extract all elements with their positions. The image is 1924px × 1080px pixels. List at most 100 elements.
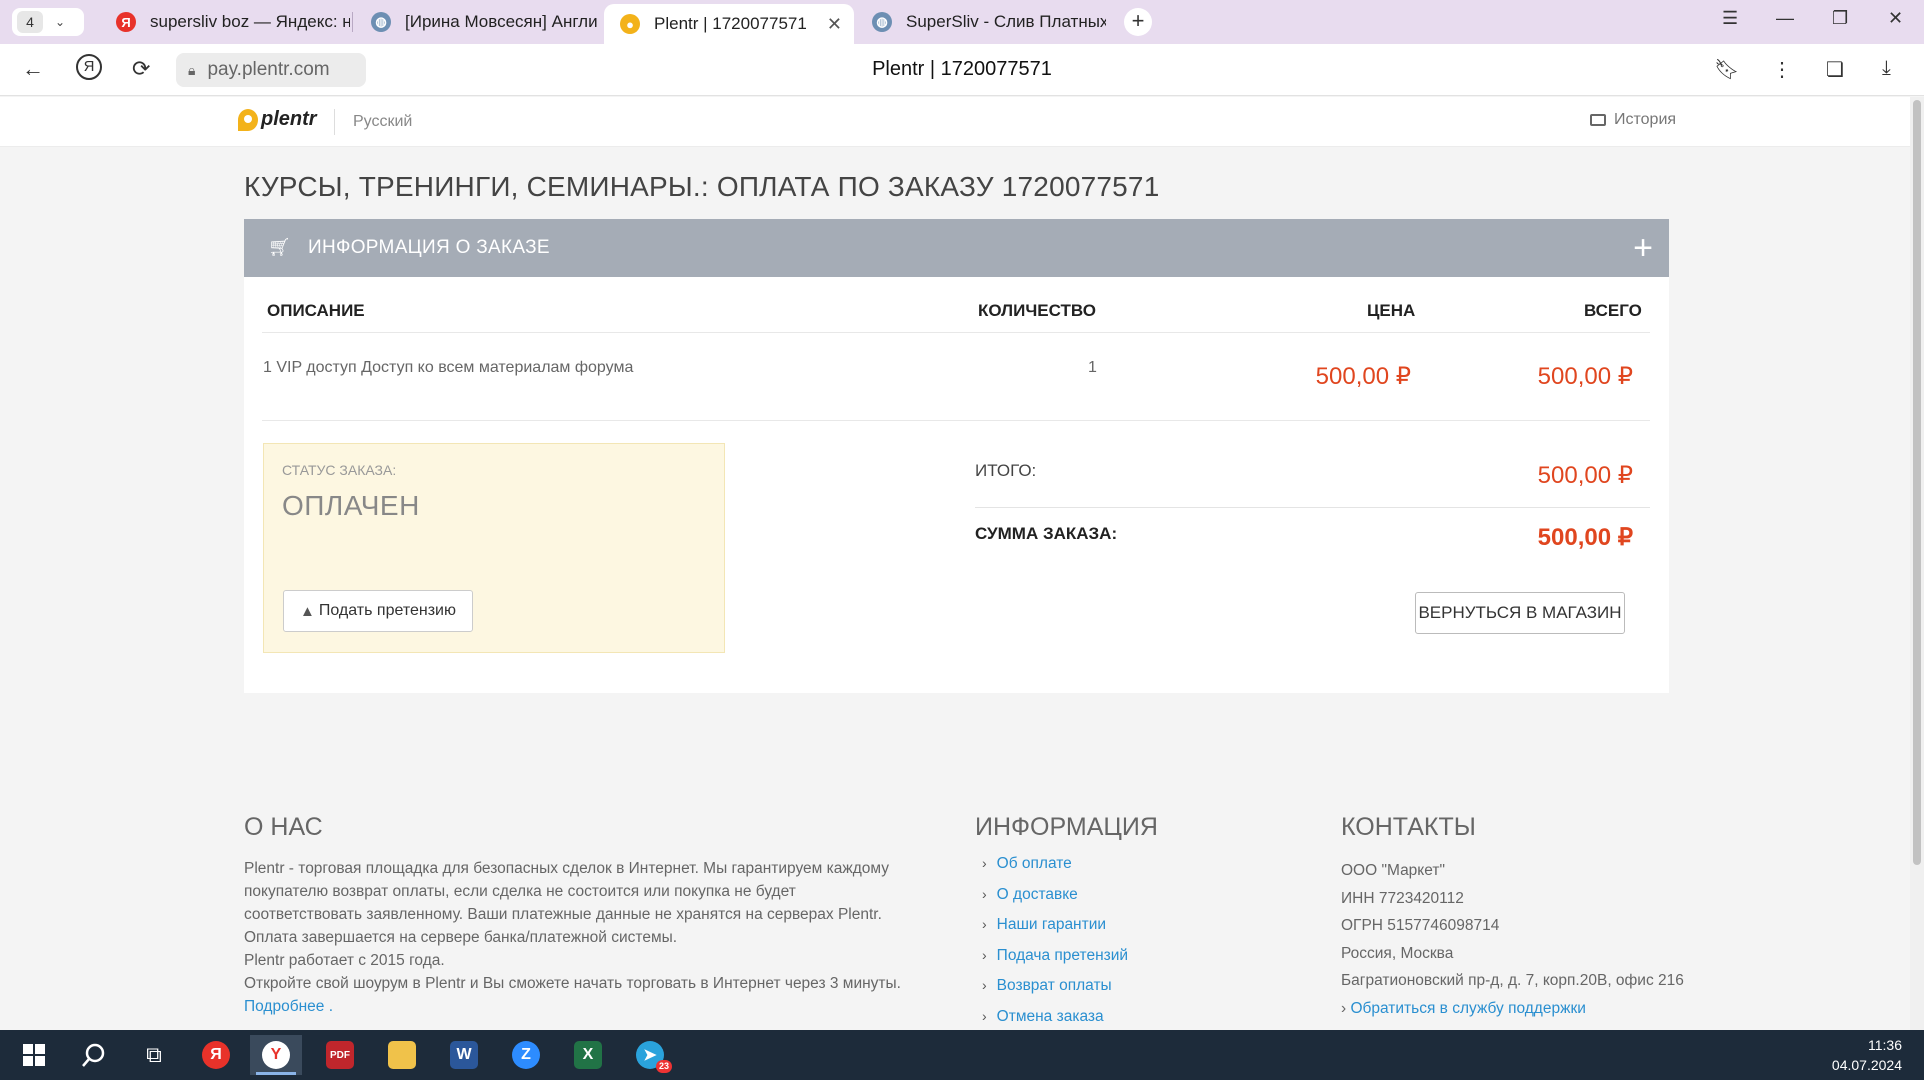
taskbar-app-excel[interactable]: X	[562, 1035, 614, 1075]
more-menu-icon[interactable]: ⋮	[1772, 57, 1792, 82]
restore-icon[interactable]: ❐	[1832, 8, 1848, 29]
link-label: Об оплате	[996, 855, 1072, 872]
downloads-icon[interactable]: ⤓	[1882, 57, 1891, 80]
submit-claim-button[interactable]: ▲ Подать претензию	[283, 590, 473, 632]
scrollbar-thumb[interactable]	[1913, 100, 1921, 865]
chevron-right-icon: ›	[982, 855, 987, 871]
tab-supersliv[interactable]: ◍ SuperSliv - Слив Платных	[856, 4, 1106, 40]
yandex-icon: Я	[116, 12, 136, 32]
tab-title: SuperSliv - Слив Платных	[906, 12, 1106, 31]
browser-address-bar: ← Я ⟳ 🔒︎ pay.plentr.com Plentr | 1720077…	[0, 44, 1924, 96]
active-indicator	[256, 1072, 296, 1075]
search-button[interactable]	[68, 1035, 120, 1075]
taskbar-app-word[interactable]: W	[438, 1035, 490, 1075]
subtotal-label: ИТОГО:	[975, 461, 1037, 480]
pdf-app-icon: PDF	[326, 1041, 354, 1069]
more-link[interactable]: Подробнее .	[244, 998, 333, 1015]
order-panel-header[interactable]: 🛒︎ ИНФОРМАЦИЯ О ЗАКАЗЕ +	[244, 219, 1669, 277]
order-status-box: СТАТУС ЗАКАЗА: ОПЛАЧЕН ▲ Подать претензи…	[263, 443, 725, 653]
new-tab-button[interactable]: +	[1124, 8, 1152, 36]
taskbar-app-explorer[interactable]	[376, 1035, 428, 1075]
minimize-icon[interactable]: —	[1776, 8, 1794, 29]
tab-plentr[interactable]: ● Plentr | 1720077571 ✕	[604, 4, 854, 44]
claim-button-label: Подать претензию	[318, 602, 456, 619]
file-explorer-icon	[388, 1041, 416, 1069]
cart-icon: 🛒︎	[268, 237, 291, 257]
info-link-cancel[interactable]: › Отмена заказа	[982, 1008, 1128, 1031]
collections-icon[interactable]: ❏	[1826, 57, 1844, 82]
windows-logo-icon	[23, 1044, 45, 1066]
language-selector[interactable]: Русский	[334, 109, 412, 135]
telegram-icon: ➤ 23	[636, 1041, 672, 1073]
plentr-icon: ●	[620, 14, 640, 34]
contact-city: Россия, Москва	[1341, 944, 1454, 962]
task-view-icon: ⧉	[146, 1042, 162, 1067]
item-total: 500,00 ₽	[1537, 363, 1633, 390]
about-heading: О НАС	[244, 813, 323, 841]
taskbar-app-yandex-browser[interactable]: Y	[250, 1035, 302, 1075]
column-header-quantity: КОЛИЧЕСТВО	[978, 301, 1096, 320]
status-value: ОПЛАЧЕН	[282, 490, 420, 521]
chevron-right-icon: ›	[982, 977, 987, 993]
about-paragraph: Plentr - торговая площадка для безопасны…	[244, 860, 889, 946]
support-link[interactable]: › Обратиться в службу поддержки	[1341, 995, 1684, 1023]
info-links: › Об оплате › О доставке › Наши гарантии › П…	[982, 855, 1128, 1030]
support-link-label: Обратиться в службу поддержки	[1350, 999, 1586, 1017]
system-clock[interactable]: 11:36 04.07.2024	[1832, 1035, 1902, 1075]
tab-count: 4	[17, 11, 43, 33]
browser-tab-bar: 4 ⌄ Я supersliv boz — Яндекс: на ◍ [Ирин…	[0, 0, 1924, 44]
task-view-button[interactable]: ⧉	[128, 1035, 180, 1075]
item-description: 1 VIP доступ Доступ ко всем материалам ф…	[263, 359, 634, 376]
info-link-guarantees[interactable]: › Наши гарантии	[982, 916, 1128, 947]
tab-count-button[interactable]: 4 ⌄	[12, 8, 84, 36]
summary-divider	[975, 507, 1650, 508]
link-label: Подача претензий	[996, 946, 1129, 964]
table-divider	[262, 420, 1650, 421]
taskbar-app-telegram[interactable]: ➤ 23	[624, 1035, 676, 1075]
logo-text: plentr	[261, 108, 317, 130]
item-price: 500,00 ₽	[1315, 363, 1411, 390]
globe-icon: ◍	[872, 12, 892, 32]
yandex-browser-icon: Y	[262, 1041, 290, 1069]
history-link[interactable]: История	[1590, 111, 1676, 129]
return-to-shop-button[interactable]: ВЕРНУТЬСЯ В МАГАЗИН	[1415, 592, 1625, 634]
tab-yandex-search[interactable]: Я supersliv boz — Яндекс: на	[100, 4, 350, 40]
start-button[interactable]	[8, 1035, 60, 1075]
word-icon: W	[450, 1041, 478, 1069]
chevron-right-icon: ›	[982, 885, 987, 902]
close-window-icon[interactable]: ✕	[1888, 8, 1903, 29]
clock-time: 11:36	[1868, 1037, 1902, 1053]
page-content: plentr Русский История КУРСЫ, ТРЕНИНГИ, …	[0, 97, 1910, 1030]
contacts-heading: КОНТАКТЫ	[1341, 813, 1476, 841]
about-paragraph: Откройте свой шоурум в Plentr и Вы сможе…	[244, 975, 901, 992]
bookmark-icon[interactable]: 🔖︎	[1714, 57, 1739, 82]
taskbar-app-zoom[interactable]: Z	[500, 1035, 552, 1075]
plentr-logo-icon	[238, 108, 258, 131]
yandex-app-icon: Я	[202, 1041, 230, 1069]
expand-plus-icon[interactable]: +	[1633, 229, 1653, 268]
tabs-menu-icon[interactable]: ☰	[1722, 8, 1738, 29]
close-tab-icon[interactable]: ✕	[827, 14, 842, 35]
tab-title: supersliv boz — Яндекс: на	[150, 12, 350, 31]
info-link-claims[interactable]: › Подача претензий	[982, 947, 1128, 978]
link-label: Возврат оплаты	[996, 977, 1112, 994]
link-label: О доставке	[996, 885, 1078, 903]
clock-date: 04.07.2024	[1831, 1057, 1902, 1073]
zoom-icon: Z	[512, 1041, 540, 1069]
contact-inn: ИНН 7723420112	[1341, 889, 1464, 907]
status-label: СТАТУС ЗАКАЗА:	[282, 462, 397, 478]
contact-ogrn: ОГРН 5157746098714	[1341, 917, 1500, 934]
plentr-logo[interactable]: plentr	[238, 108, 317, 131]
tab-title: Plentr | 1720077571	[654, 14, 807, 33]
order-sum-value: 500,00 ₽	[1537, 524, 1633, 551]
column-header-description: ОПИСАНИЕ	[267, 301, 365, 320]
info-link-payment[interactable]: › Об оплате	[982, 855, 1128, 886]
info-link-refund[interactable]: › Возврат оплаты	[982, 977, 1128, 1008]
tab-movsesyan[interactable]: ◍ [Ирина Мовсесян] Англи	[355, 4, 600, 40]
about-paragraph: Plentr работает с 2015 года.	[244, 952, 445, 969]
panel-title: ИНФОРМАЦИЯ О ЗАКАЗЕ	[308, 237, 550, 258]
info-link-delivery[interactable]: › О доставке	[982, 886, 1128, 917]
tab-title: [Ирина Мовсесян] Англи	[405, 12, 598, 31]
taskbar-app-yandex[interactable]: Я	[190, 1035, 242, 1075]
taskbar-app-pdf[interactable]: PDF	[314, 1035, 366, 1075]
